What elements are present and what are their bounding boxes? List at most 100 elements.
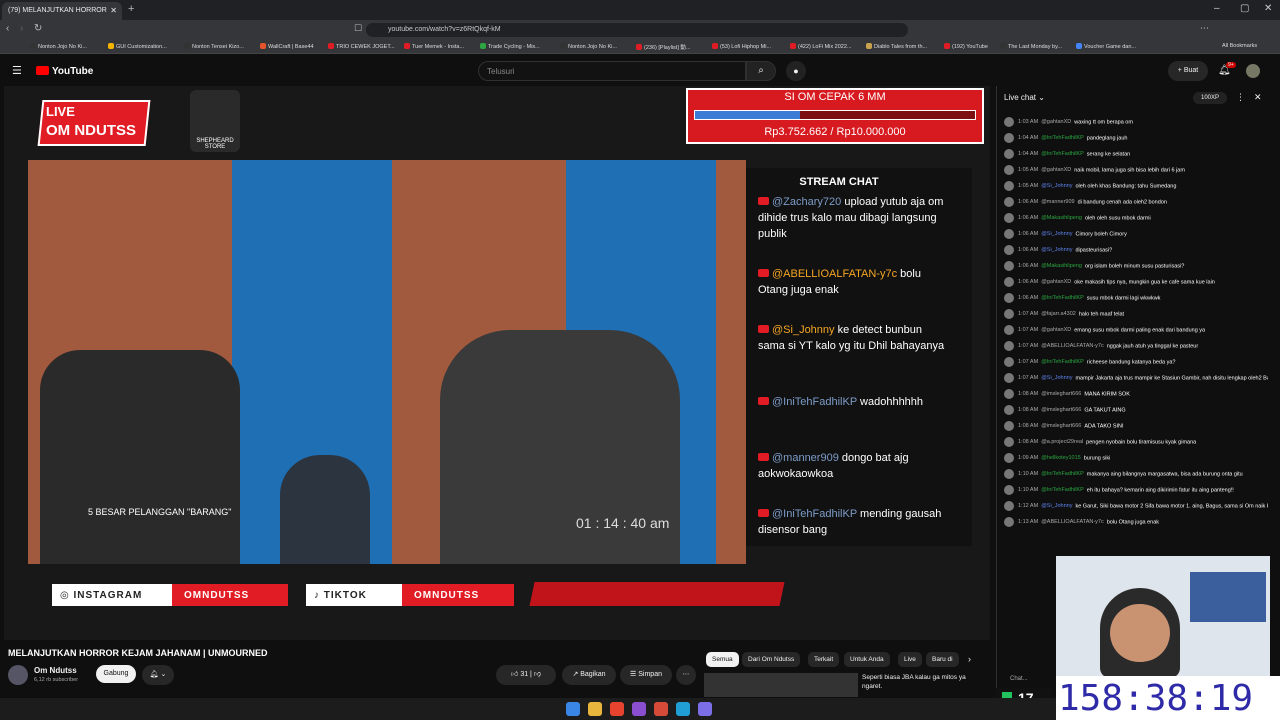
minimize-icon[interactable]: – [1214, 3, 1220, 14]
windows-icon[interactable] [566, 702, 580, 716]
youtube-logo[interactable]: YouTube [36, 66, 93, 77]
chat-user[interactable]: @IniTehFadhilKP [1041, 151, 1084, 157]
chat-user[interactable]: @IniTehFadhilKP [1041, 135, 1084, 141]
chat-user[interactable]: @Si_Johnny [1041, 375, 1072, 381]
bookmark-item[interactable]: Tuer Memek - Insta... [404, 43, 464, 50]
chat-message: 1:13 AM @ABELLIOALFATAN-y7c bolu Otang jug… [1004, 517, 1268, 533]
chat-user[interactable]: @Si_Johnny [1041, 503, 1072, 509]
close-icon[interactable]: ✕ [110, 6, 117, 15]
chat-time: 1:10 AM [1018, 487, 1039, 494]
back-icon[interactable]: ‹ [6, 23, 9, 34]
chat-user[interactable]: @imsleghart666 [1041, 423, 1081, 429]
chat-text: Cimory boleh Cimory [1075, 231, 1127, 238]
bookmark-item[interactable]: WallCraft | Base44 [260, 43, 314, 50]
chat-user[interactable]: @Makasihlipeng [1041, 263, 1082, 269]
bookmark-item[interactable]: Diablo Tales from th... [866, 43, 927, 50]
save-button[interactable]: ☰ Simpan [620, 665, 672, 685]
obs-icon[interactable] [632, 702, 646, 716]
chat-time: 1:07 AM [1018, 375, 1039, 382]
chat-user[interactable]: @Si_Johnny [1041, 183, 1072, 189]
bookmark-item[interactable]: Nonton Jojo No Ki... [560, 43, 617, 50]
chip-all[interactable]: Semua [706, 652, 739, 667]
forward-icon[interactable]: › [20, 23, 23, 34]
bookmark-item[interactable]: (236) [Playlist] 動... [636, 43, 690, 51]
create-button[interactable]: + Buat [1168, 61, 1208, 81]
new-tab-icon[interactable]: + [128, 3, 134, 15]
bookmark-item[interactable]: The Last Monday by... [1000, 43, 1062, 50]
mic-icon[interactable]: ● [786, 61, 806, 81]
bookmark-item[interactable]: Voucher Game dan... [1076, 43, 1136, 50]
bookmark-item[interactable]: TRIO CEWEK JOGET... [328, 43, 395, 50]
chat-user[interactable]: @Si_Johnny [1041, 247, 1072, 253]
bookmark-item[interactable]: (422) LoFi Mix 2022... [790, 43, 852, 50]
browser-tab[interactable]: (79) MELANJUTKAN HORROR ✕ [2, 2, 122, 20]
bookmark-item[interactable]: Nonton Jojo No Ki... [30, 43, 87, 50]
close-icon[interactable]: ✕ [1254, 92, 1262, 103]
chat-text: oleh oleh khas Bandung: tahu Sumedang [1075, 183, 1177, 190]
bookmark-item[interactable]: (53) Lofi Hiphop Mi... [712, 43, 771, 50]
chat-user[interactable]: @Makasihlipeng [1041, 215, 1082, 221]
chat-user[interactable]: @ABELLIOALFATAN-y7c [1041, 519, 1104, 525]
chevron-right-icon[interactable]: › [968, 654, 971, 664]
all-bookmarks[interactable]: All Bookmarks [1222, 43, 1257, 49]
menu-icon[interactable]: ☰ [12, 64, 22, 77]
chat-user[interactable]: @imsleghart666 [1041, 391, 1081, 397]
chat-user[interactable]: @hellkotey1015 [1041, 455, 1081, 461]
chat-user[interactable]: @IniTehFadhilKP [1041, 471, 1084, 477]
join-button[interactable]: Gabung [96, 665, 136, 683]
recommended-title[interactable]: Seperti biasa JBA kalau ga mitos ya ngar… [862, 673, 972, 691]
bookmark-item[interactable]: Nonton Tensei Kizo... [184, 43, 244, 50]
search-input[interactable]: Telusuri [478, 61, 746, 81]
reload-icon[interactable]: ↻ [34, 23, 42, 34]
chip-for-you[interactable]: Untuk Anda [844, 652, 890, 667]
chip-new[interactable]: Baru di [926, 652, 959, 667]
brave-icon[interactable] [610, 702, 624, 716]
bookmark-item[interactable]: GUI Customization... [108, 43, 167, 50]
avatar[interactable] [1246, 64, 1260, 78]
chrome-icon[interactable] [654, 702, 668, 716]
chat-time: 1:08 AM [1018, 423, 1039, 430]
chat-user[interactable]: @IniTehFadhilKP [1041, 295, 1084, 301]
chip-live[interactable]: Live [898, 652, 922, 667]
chat-user[interactable]: @ABELLIOALFATAN-y7c [1041, 343, 1104, 349]
bookmark-item[interactable]: Trade Cycling - Mis... [480, 43, 540, 50]
chat-user[interactable]: @imsleghart666 [1041, 407, 1081, 413]
maximize-icon[interactable]: ▢ [1240, 3, 1249, 14]
chip-related[interactable]: Terkait [808, 652, 840, 667]
more-icon[interactable]: ⋮ [1236, 92, 1245, 103]
channel-avatar[interactable] [8, 665, 28, 685]
live-chat-header[interactable]: Live chat ⌄ [1004, 93, 1045, 102]
sponsor-logo: SHEPHEARD STORE [190, 90, 240, 152]
donation-title: SI OM CEPAK 6 MM [784, 91, 886, 103]
like-button[interactable]: 👍︎ 31 | 👎︎ [496, 665, 556, 685]
chat-text: eh itu bahaya? kemarin aing dikirimin fa… [1086, 487, 1234, 494]
folder-icon[interactable] [588, 702, 602, 716]
extensions-icon[interactable]: ⋯ [1200, 23, 1209, 34]
chat-time: 1:08 AM [1018, 439, 1039, 446]
chat-user[interactable]: @Si_Johnny [1041, 231, 1072, 237]
bell-icon[interactable]: 🔔︎ ⌄ [142, 665, 174, 685]
edge-icon[interactable] [676, 702, 690, 716]
bookmark-icon[interactable]: ☐ [354, 23, 362, 34]
channel-name[interactable]: Om Ndutss [34, 666, 77, 675]
chat-user[interactable]: @manner909 [1041, 199, 1074, 205]
more-icon[interactable]: ⋯ [676, 665, 696, 685]
bookmark-item[interactable]: (192) YouTube [944, 43, 988, 50]
chip-channel[interactable]: Dari Om Ndutss [742, 652, 801, 667]
chat-user[interactable]: @a.project29real [1041, 439, 1083, 445]
search-icon[interactable]: ⌕ [746, 61, 776, 81]
chat-user[interactable]: @gahtanXD [1041, 279, 1071, 285]
app-icon[interactable] [698, 702, 712, 716]
chat-user[interactable]: @IniTehFadhilKP [1041, 359, 1084, 365]
xp-badge[interactable]: 100XP [1193, 92, 1227, 104]
chat-time: 1:07 AM [1018, 359, 1039, 366]
chat-user[interactable]: @gahtanXD [1041, 327, 1071, 333]
close-window-icon[interactable]: ✕ [1264, 3, 1272, 14]
chat-user[interactable]: @gahtanXD [1041, 167, 1071, 173]
address-bar[interactable]: youtube.com/watch?v=z6RtQkqf-kM [366, 23, 908, 37]
share-button[interactable]: ↗ Bagikan [562, 665, 616, 685]
recommended-thumbnail[interactable] [704, 673, 858, 697]
chat-user[interactable]: @IniTehFadhilKP [1041, 487, 1084, 493]
chat-user[interactable]: @gahtanXD [1041, 119, 1071, 125]
chat-user[interactable]: @fajarr.a4302 [1041, 311, 1076, 317]
